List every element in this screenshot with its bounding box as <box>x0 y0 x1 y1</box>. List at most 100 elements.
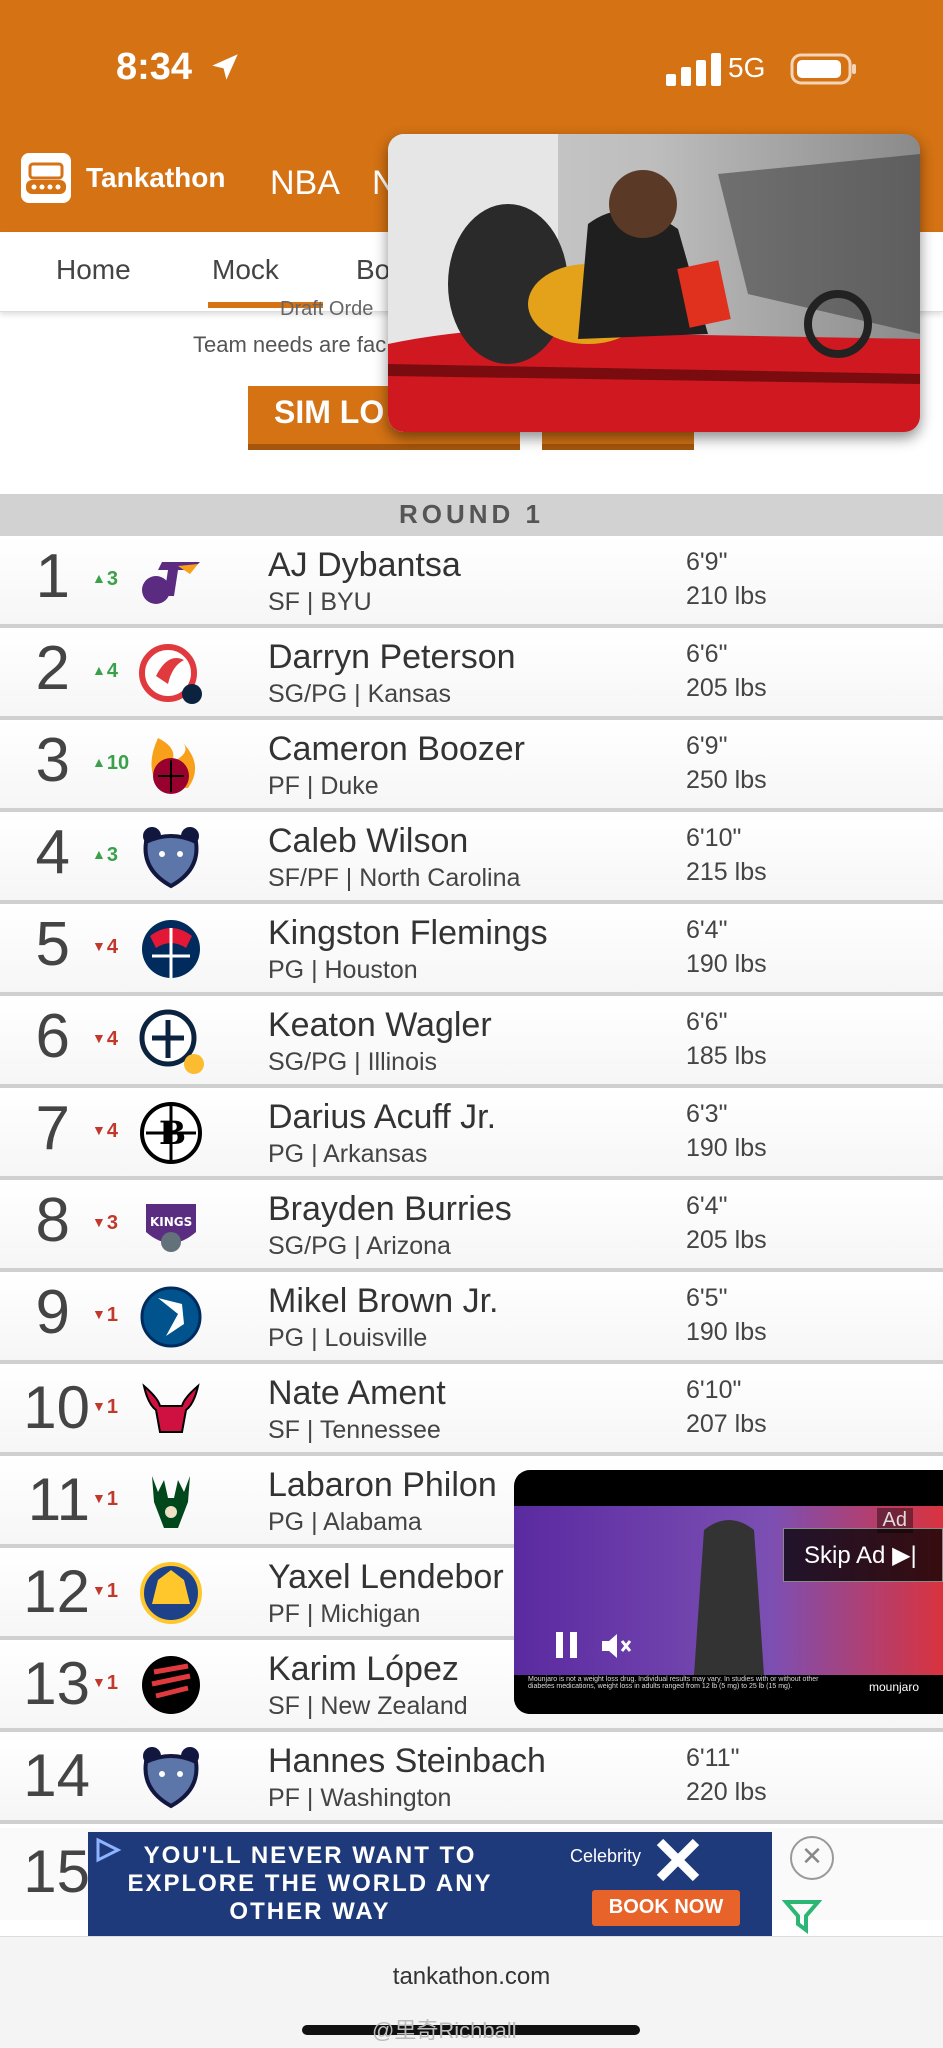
player-name[interactable]: Hannes Steinbach <box>268 1742 546 1781</box>
down-arrow-icon: ▼ <box>92 1582 106 1598</box>
pick-row[interactable]: 6 ▼4 Keaton Wagler SG/PG | Illinois 6'6"… <box>0 996 943 1088</box>
player-weight: 190 lbs <box>686 950 767 978</box>
tankathon-logo-icon[interactable] <box>20 152 72 204</box>
ad-feedback-icon[interactable] <box>782 1896 822 1936</box>
pick-row[interactable]: 7 ▼4 B Darius Acuff Jr. PG | Arkansas 6'… <box>0 1088 943 1180</box>
bucks-logo-icon[interactable] <box>138 1468 204 1534</box>
warriors-logo-icon[interactable] <box>138 1560 204 1626</box>
player-height: 6'3" <box>686 1100 728 1128</box>
rank-change: ▼1 <box>92 1580 118 1603</box>
nav-nba[interactable]: NBA <box>270 164 340 203</box>
player-weight: 215 lbs <box>686 858 767 886</box>
player-weight: 250 lbs <box>686 766 767 794</box>
pick-row[interactable]: 1 ▲3 AJ Dybantsa SF | BYU 6'9" 210 lbs <box>0 536 943 628</box>
rank-change: ▼1 <box>92 1672 118 1695</box>
video-ad[interactable]: Ad Skip Ad ▶| Mounjaro is not a weight l… <box>514 1470 943 1714</box>
network-label: 5G <box>728 52 766 83</box>
pelicans-logo-icon[interactable] <box>138 1008 204 1074</box>
player-weight: 207 lbs <box>686 1410 767 1438</box>
grizzlies-logo-icon[interactable] <box>138 824 204 890</box>
kings-logo-icon[interactable]: KINGS <box>138 1192 204 1258</box>
pick-row[interactable]: 10 ▼1 Nate Ament SF | Tennessee 6'10" 20… <box>0 1364 943 1456</box>
skip-ad-label: Skip Ad <box>804 1542 886 1569</box>
book-now-button[interactable]: BOOK NOW <box>592 1890 740 1926</box>
mute-icon[interactable] <box>600 1632 634 1660</box>
jazz-logo-icon[interactable] <box>138 548 204 614</box>
pick-row[interactable]: 8 ▼3 KINGS Brayden Burries SG/PG | Arizo… <box>0 1180 943 1272</box>
down-arrow-icon: ▼ <box>92 1490 106 1506</box>
pick-number: 7 <box>35 1094 70 1163</box>
pause-icon[interactable] <box>554 1630 580 1660</box>
player-name[interactable]: Labaron Philon <box>268 1466 497 1505</box>
player-height: 6'10" <box>686 1376 742 1404</box>
celebrity-x-logo-icon <box>656 1838 700 1882</box>
player-name[interactable]: Brayden Burries <box>268 1190 512 1229</box>
ad-brand-logo: mounjaro <box>868 1680 919 1694</box>
bulls-logo-icon[interactable] <box>138 1376 204 1442</box>
player-height: 6'9" <box>686 548 728 576</box>
player-name[interactable]: Mikel Brown Jr. <box>268 1282 499 1321</box>
down-arrow-icon: ▼ <box>92 1306 106 1322</box>
pick-row[interactable]: 5 ▼4 Kingston Flemings PG | Houston 6'4"… <box>0 904 943 996</box>
heat-logo-icon[interactable] <box>138 732 204 798</box>
player-position-school: PF | Duke <box>268 772 379 800</box>
player-name[interactable]: Darryn Peterson <box>268 638 516 677</box>
player-name[interactable]: Karim López <box>268 1650 459 1689</box>
pick-row[interactable]: 2 ▲4 Darryn Peterson SG/PG | Kansas 6'6"… <box>0 628 943 720</box>
rank-change-value: 3 <box>106 1212 118 1234</box>
hawks-logo-icon[interactable] <box>138 640 204 706</box>
player-name[interactable]: Yaxel Lendebor <box>268 1558 504 1597</box>
adchoices-icon[interactable] <box>94 1836 122 1864</box>
floating-video-player[interactable] <box>388 134 920 432</box>
pick-number: 10 <box>23 1374 90 1441</box>
down-arrow-icon: ▼ <box>92 938 106 954</box>
player-name[interactable]: Caleb Wilson <box>268 822 468 861</box>
player-height: 6'11" <box>686 1744 740 1772</box>
player-position-school: PG | Arkansas <box>268 1140 428 1168</box>
tab-home[interactable]: Home <box>56 254 131 286</box>
rank-change: ▲10 <box>92 752 129 775</box>
banner-ad[interactable]: YOU'LL NEVER WANT TO EXPLORE THE WORLD A… <box>88 1832 772 1936</box>
tab-mock[interactable]: Mock <box>212 254 279 286</box>
blazers-logo-icon[interactable] <box>138 1652 204 1718</box>
player-name[interactable]: Cameron Boozer <box>268 730 525 769</box>
wizards-logo-icon[interactable] <box>138 916 204 982</box>
player-weight: 190 lbs <box>686 1318 767 1346</box>
pick-row[interactable]: 9 ▼1 Mikel Brown Jr. PG | Louisville 6'5… <box>0 1272 943 1364</box>
brand-name[interactable]: Tankathon <box>86 162 225 194</box>
rank-change-value: 4 <box>106 660 118 682</box>
grizzlies-logo-icon[interactable] <box>138 1744 204 1810</box>
pick-row[interactable]: 3 ▲10 Cameron Boozer PF | Duke 6'9" 250 … <box>0 720 943 812</box>
player-name[interactable]: Nate Ament <box>268 1374 446 1413</box>
watermark: @里奇Richball <box>372 2018 517 2043</box>
player-weight: 220 lbs <box>686 1778 767 1806</box>
tab-board[interactable]: Bo <box>356 254 390 286</box>
close-ad-icon[interactable]: ✕ <box>790 1836 834 1880</box>
rank-change-value: 3 <box>106 844 118 866</box>
url-bar[interactable]: tankathon.com <box>0 1963 943 1991</box>
player-position-school: PG | Alabama <box>268 1508 422 1536</box>
player-height: 6'10" <box>686 824 742 852</box>
pick-number: 1 <box>35 542 70 611</box>
player-position-school: SF | New Zealand <box>268 1692 468 1720</box>
player-position-school: PF | Michigan <box>268 1600 421 1628</box>
skip-ad-button[interactable]: Skip Ad ▶| <box>783 1528 943 1582</box>
player-name[interactable]: Kingston Flemings <box>268 914 548 953</box>
player-name[interactable]: Keaton Wagler <box>268 1006 492 1045</box>
pick-row[interactable]: 14 Hannes Steinbach PF | Washington 6'11… <box>0 1732 943 1824</box>
player-name[interactable]: Darius Acuff Jr. <box>268 1098 496 1137</box>
svg-text:KINGS: KINGS <box>150 1215 192 1229</box>
player-position-school: SF | Tennessee <box>268 1416 441 1444</box>
rank-change-value: 1 <box>106 1488 118 1510</box>
svg-text:B: B <box>159 1114 186 1152</box>
pick-row[interactable]: 4 ▲3 Caleb Wilson SF/PF | North Carolina… <box>0 812 943 904</box>
pick-number: 15 <box>23 1838 90 1905</box>
signal-icon <box>666 53 721 86</box>
player-position-school: PG | Louisville <box>268 1324 428 1352</box>
round-header: ROUND 1 <box>0 494 943 536</box>
player-name[interactable]: AJ Dybantsa <box>268 546 461 585</box>
up-arrow-icon: ▲ <box>92 846 106 862</box>
up-arrow-icon: ▲ <box>92 662 106 678</box>
nets-logo-icon[interactable]: B <box>138 1100 204 1166</box>
mavericks-logo-icon[interactable] <box>138 1284 204 1350</box>
